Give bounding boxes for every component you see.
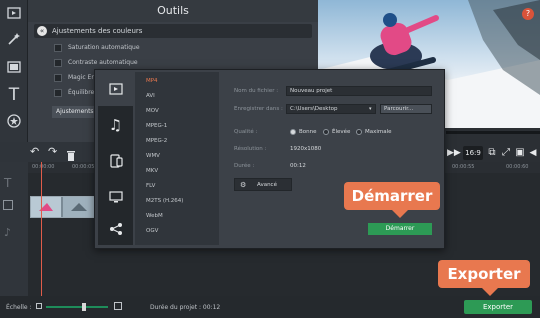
format-item[interactable]: M2TS (H.264) — [146, 198, 183, 204]
quality-option: Bonne — [299, 129, 317, 135]
music-track-icon: ♪ — [4, 226, 12, 239]
chevron-down-icon[interactable]: ▾ — [369, 106, 372, 112]
ruler-tick: 00:00:00 — [32, 164, 55, 170]
video-file-tab[interactable] — [98, 72, 133, 106]
ruler-tick: 00:00:55 — [452, 164, 475, 170]
auto-contrast-option[interactable]: Contraste automatique — [54, 57, 138, 69]
redo-icon[interactable]: ↷ — [48, 146, 60, 158]
start-button[interactable]: Démarrer — [368, 223, 432, 235]
aspect-ratio-button[interactable]: 16:9 — [463, 146, 483, 160]
format-item[interactable]: WMV — [146, 153, 160, 159]
tv-tab[interactable] — [98, 180, 133, 214]
left-toolbar: T — [0, 0, 28, 160]
duration-label: Durée : — [234, 163, 255, 169]
filters-icon[interactable] — [2, 56, 26, 78]
video-track-icon — [3, 200, 13, 210]
filename-label: Nom du fichier : — [234, 88, 279, 94]
balance-option[interactable]: Équilibre — [54, 87, 94, 99]
skip-forward-icon[interactable]: ▶▶ — [447, 146, 461, 160]
advanced-button[interactable]: ⚙ Avancé — [234, 178, 292, 191]
snapshot-icon[interactable]: ▣ — [514, 146, 526, 160]
volume-icon[interactable]: ◀ — [528, 146, 538, 160]
adjustments-button[interactable]: Ajustements — [52, 106, 100, 118]
quality-option: Maximale — [365, 129, 392, 135]
save-path-select[interactable]: C:\Users\Desktop — [286, 104, 376, 114]
callout-pointer — [482, 288, 498, 296]
zoom-out-icon[interactable] — [36, 303, 42, 309]
scale-slider[interactable] — [46, 306, 108, 308]
start-callout: Démarrer — [344, 182, 440, 210]
format-item-mp4[interactable]: MP4 — [146, 78, 158, 84]
format-item[interactable]: MPEG-2 — [146, 138, 167, 144]
ruler-tick: 00:00:05 — [72, 164, 95, 170]
quality-option: Élevée — [332, 129, 351, 135]
scale-slider-handle[interactable] — [82, 303, 86, 311]
scale-label: Échelle : — [6, 304, 32, 311]
checkbox[interactable] — [54, 44, 62, 52]
resolution-value: 1920x1080 — [290, 146, 322, 152]
format-item[interactable]: MOV — [146, 108, 159, 114]
undo-icon[interactable]: ↶ — [30, 146, 42, 158]
share-icon[interactable] — [98, 212, 133, 246]
trash-icon[interactable] — [66, 146, 78, 161]
stickers-icon[interactable] — [2, 110, 26, 132]
playback-progress[interactable] — [446, 131, 540, 134]
format-item[interactable]: WebM — [146, 213, 163, 219]
format-item[interactable]: MPEG-1 — [146, 123, 167, 129]
format-item[interactable]: OGV — [146, 228, 158, 234]
checkbox[interactable] — [54, 59, 62, 67]
quality-radio-max[interactable] — [356, 129, 362, 135]
quality-radio-good[interactable] — [290, 129, 296, 135]
quality-radio-high[interactable] — [323, 129, 329, 135]
checkbox[interactable] — [54, 89, 62, 97]
export-button[interactable]: Exporter — [464, 300, 532, 314]
format-item[interactable]: MKV — [146, 168, 158, 174]
video-clip[interactable] — [30, 196, 95, 218]
playhead[interactable] — [41, 162, 42, 296]
text-track-icon: T — [4, 176, 12, 190]
callout-pointer — [392, 210, 408, 218]
magic-enhance-option[interactable]: Magic Er — [54, 72, 94, 84]
popout-icon[interactable]: ⧉ — [486, 146, 498, 160]
magic-wand-icon[interactable] — [2, 28, 26, 50]
quality-label: Qualité : — [234, 129, 258, 135]
advanced-label: Avancé — [257, 182, 277, 188]
browse-button[interactable]: Parcourir... — [380, 104, 432, 114]
fullscreen-icon[interactable]: ⤢ — [500, 146, 512, 160]
checkbox[interactable] — [54, 74, 62, 82]
export-settings — [222, 72, 442, 245]
format-item[interactable]: AVI — [146, 93, 155, 99]
back-arrow-icon[interactable]: « — [37, 26, 47, 36]
device-tab[interactable] — [98, 144, 133, 178]
ruler-tick: 00:00:60 — [506, 164, 529, 170]
titles-icon[interactable]: T — [2, 84, 26, 106]
color-adjustments-header[interactable]: Ajustements des couleurs — [34, 24, 312, 38]
save-to-label: Enregistrer dans : — [234, 106, 283, 112]
help-button[interactable]: ? — [522, 8, 534, 20]
project-duration: Durée du projet : 00:12 — [150, 304, 221, 311]
format-item[interactable]: FLV — [146, 183, 155, 189]
zoom-in-icon[interactable] — [114, 302, 122, 310]
export-callout: Exporter — [438, 260, 530, 288]
auto-saturation-option[interactable]: Saturation automatique — [54, 42, 140, 54]
audio-tab[interactable]: ♫ — [98, 108, 133, 142]
duration-value: 00:12 — [290, 163, 306, 169]
import-media-icon[interactable] — [2, 2, 26, 24]
filename-input[interactable]: Nouveau projet — [286, 86, 432, 96]
tools-title: Outils — [28, 0, 318, 22]
gear-icon: ⚙ — [240, 181, 247, 189]
resolution-label: Résolution : — [234, 146, 267, 152]
